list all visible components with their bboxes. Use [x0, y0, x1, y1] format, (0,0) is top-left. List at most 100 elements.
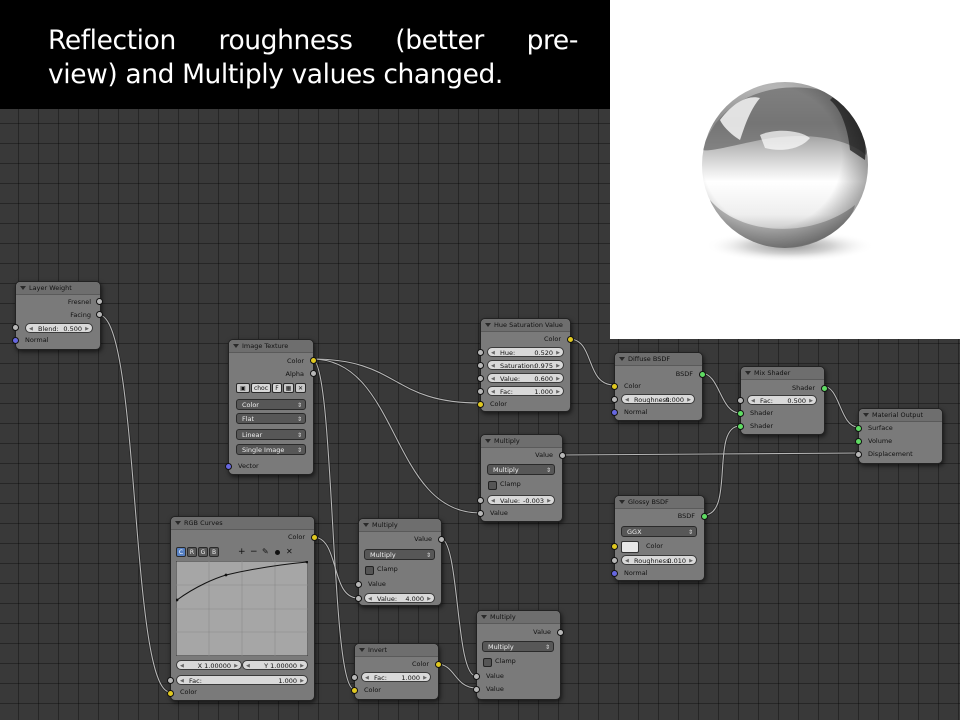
socket-value-1[interactable]: [477, 497, 484, 504]
node-title[interactable]: Image Texture: [229, 340, 313, 353]
socket-color[interactable]: [611, 383, 618, 390]
interpolation-dropdown[interactable]: Linear ⇕: [236, 429, 306, 440]
fake-user-button[interactable]: F: [272, 383, 282, 393]
socket-color-out[interactable]: [311, 534, 318, 541]
projection-dropdown[interactable]: Flat ⇕: [236, 413, 306, 424]
socket-value[interactable]: [477, 375, 484, 382]
node-invert[interactable]: Invert Color ◀ Fac: 1.000 ▶ Color: [351, 643, 442, 700]
node-title[interactable]: Layer Weight: [16, 282, 100, 295]
node-title[interactable]: Hue Saturation Value: [481, 319, 570, 332]
clamp-checkbox[interactable]: [365, 566, 374, 575]
curve-graph[interactable]: [176, 561, 308, 656]
node-rgb-curves[interactable]: RGB Curves Color C R G B + − ✎ ✕ ◀ X 1.00…: [167, 516, 318, 701]
node-title[interactable]: Invert: [355, 644, 438, 657]
roughness-field[interactable]: ◀ Roughness: 0.000 ▶: [621, 394, 695, 404]
node-mix-shader[interactable]: Mix Shader Shader ◀ Fac: 0.500 ▶ Shader Sha…: [737, 366, 828, 435]
socket-shader-1[interactable]: [737, 410, 744, 417]
distribution-dropdown[interactable]: GGX ⇕: [621, 526, 697, 537]
unlink-icon[interactable]: ✕: [295, 383, 306, 393]
socket-normal[interactable]: [611, 570, 618, 577]
socket-facing[interactable]: [96, 311, 103, 318]
socket-color-out[interactable]: [310, 357, 317, 364]
socket-value-2[interactable]: [355, 595, 362, 602]
socket-color-in[interactable]: [351, 687, 358, 694]
socket-surface[interactable]: [855, 425, 862, 432]
color-space-dropdown[interactable]: Color ⇕: [236, 399, 306, 410]
socket-color-out[interactable]: [567, 336, 574, 343]
point-icon[interactable]: [275, 550, 280, 555]
node-title[interactable]: Mix Shader: [741, 367, 824, 380]
node-multiply-1[interactable]: Multiply Value Multiply ⇕ Clamp ◀ Value: -0…: [477, 434, 566, 522]
socket-fac[interactable]: [351, 674, 358, 681]
node-glossy-bsdf[interactable]: Glossy BSDF BSDF GGX ⇕ Color ◀ Roughness: 0…: [611, 495, 708, 581]
socket-color[interactable]: [611, 543, 618, 550]
zoom-in-icon[interactable]: +: [238, 547, 246, 557]
socket-bsdf-out[interactable]: [701, 513, 708, 520]
blend-field[interactable]: ◀ Blend: 0.500 ▶: [25, 323, 93, 333]
curve-y-field[interactable]: ◀ Y 1.00000 ▶: [242, 660, 308, 670]
socket-displacement[interactable]: [855, 451, 862, 458]
socket-value-out[interactable]: [559, 452, 566, 459]
fac-field[interactable]: ◀ Fac: 1.000 ▶: [361, 672, 431, 682]
node-layer-weight[interactable]: Layer Weight Fresnel Facing ◀ Blend: 0.5…: [12, 281, 103, 350]
node-image-texture[interactable]: Image Texture Color Alpha ▣ choc F ▦ ✕ C…: [225, 339, 317, 475]
socket-fac[interactable]: [737, 397, 744, 404]
roughness-field[interactable]: ◀ Roughness: 0.010 ▶: [621, 555, 697, 565]
open-image-icon[interactable]: ▦: [283, 383, 294, 393]
socket-hue[interactable]: [477, 349, 484, 356]
socket-bsdf-out[interactable]: [699, 371, 706, 378]
node-material-output[interactable]: Material Output Surface Volume Displacem…: [855, 408, 943, 464]
image-browse-icon[interactable]: ▣: [236, 383, 250, 393]
node-title[interactable]: Material Output: [859, 409, 942, 422]
value-field[interactable]: ◀ Value: 0.600 ▶: [487, 373, 564, 383]
socket-alpha-out[interactable]: [310, 370, 317, 377]
node-hue-saturation-value[interactable]: Hue Saturation Value Color ◀ Hue: 0.520 ▶ ◀…: [477, 318, 574, 412]
node-title[interactable]: Diffuse BSDF: [615, 353, 702, 366]
tab-g[interactable]: G: [198, 547, 208, 557]
image-name-field[interactable]: choc: [251, 383, 271, 393]
clamp-checkbox[interactable]: [488, 481, 497, 490]
delete-icon[interactable]: ✕: [286, 547, 293, 557]
socket-blend[interactable]: [12, 324, 19, 331]
fac-field[interactable]: ◀ Fac: 0.500 ▶: [747, 395, 817, 405]
curve-x-field[interactable]: ◀ X 1.00000 ▶: [176, 660, 242, 670]
socket-normal[interactable]: [12, 337, 19, 344]
operation-dropdown[interactable]: Multiply ⇕: [482, 641, 554, 652]
fac-field[interactable]: ◀ Fac: 1.000 ▶: [176, 675, 308, 685]
socket-fac[interactable]: [167, 677, 174, 684]
socket-roughness[interactable]: [611, 557, 618, 564]
socket-value-1[interactable]: [355, 581, 362, 588]
socket-volume[interactable]: [855, 438, 862, 445]
node-multiply-2[interactable]: Multiply Value Multiply ⇕ Clamp Value ◀ Va…: [355, 518, 445, 606]
socket-fresnel[interactable]: [96, 298, 103, 305]
clamp-checkbox[interactable]: [483, 658, 492, 667]
socket-vector[interactable]: [225, 463, 232, 470]
socket-shader-2[interactable]: [737, 423, 744, 430]
socket-color-out[interactable]: [435, 661, 442, 668]
value-field[interactable]: ◀ Value: 4.000 ▶: [364, 593, 435, 603]
socket-shader-out[interactable]: [821, 385, 828, 392]
zoom-out-icon[interactable]: −: [250, 547, 258, 557]
socket-value-2[interactable]: [477, 510, 484, 517]
color-swatch[interactable]: [621, 541, 639, 553]
hue-field[interactable]: ◀ Hue: 0.520 ▶: [487, 347, 564, 357]
node-title[interactable]: RGB Curves: [171, 517, 314, 530]
socket-color-in[interactable]: [167, 690, 174, 697]
node-title[interactable]: Multiply: [359, 519, 441, 532]
socket-roughness[interactable]: [611, 396, 618, 403]
socket-fac[interactable]: [477, 388, 484, 395]
extension-dropdown[interactable]: Single Image ⇕: [236, 444, 306, 455]
operation-dropdown[interactable]: Multiply ⇕: [364, 549, 435, 560]
socket-normal[interactable]: [611, 409, 618, 416]
tab-b[interactable]: B: [209, 547, 219, 557]
socket-value-1[interactable]: [473, 673, 480, 680]
node-title[interactable]: Multiply: [481, 435, 562, 448]
value-field[interactable]: ◀ Value: -0.003 ▶: [487, 495, 555, 505]
fac-field[interactable]: ◀ Fac: 1.000 ▶: [487, 386, 564, 396]
socket-value-out[interactable]: [557, 629, 564, 636]
socket-value-out[interactable]: [438, 536, 445, 543]
tab-c[interactable]: C: [176, 547, 186, 557]
tools-icon[interactable]: ✎: [262, 547, 269, 557]
image-selector[interactable]: ▣ choc F ▦ ✕: [236, 382, 306, 394]
socket-value-2[interactable]: [473, 686, 480, 693]
